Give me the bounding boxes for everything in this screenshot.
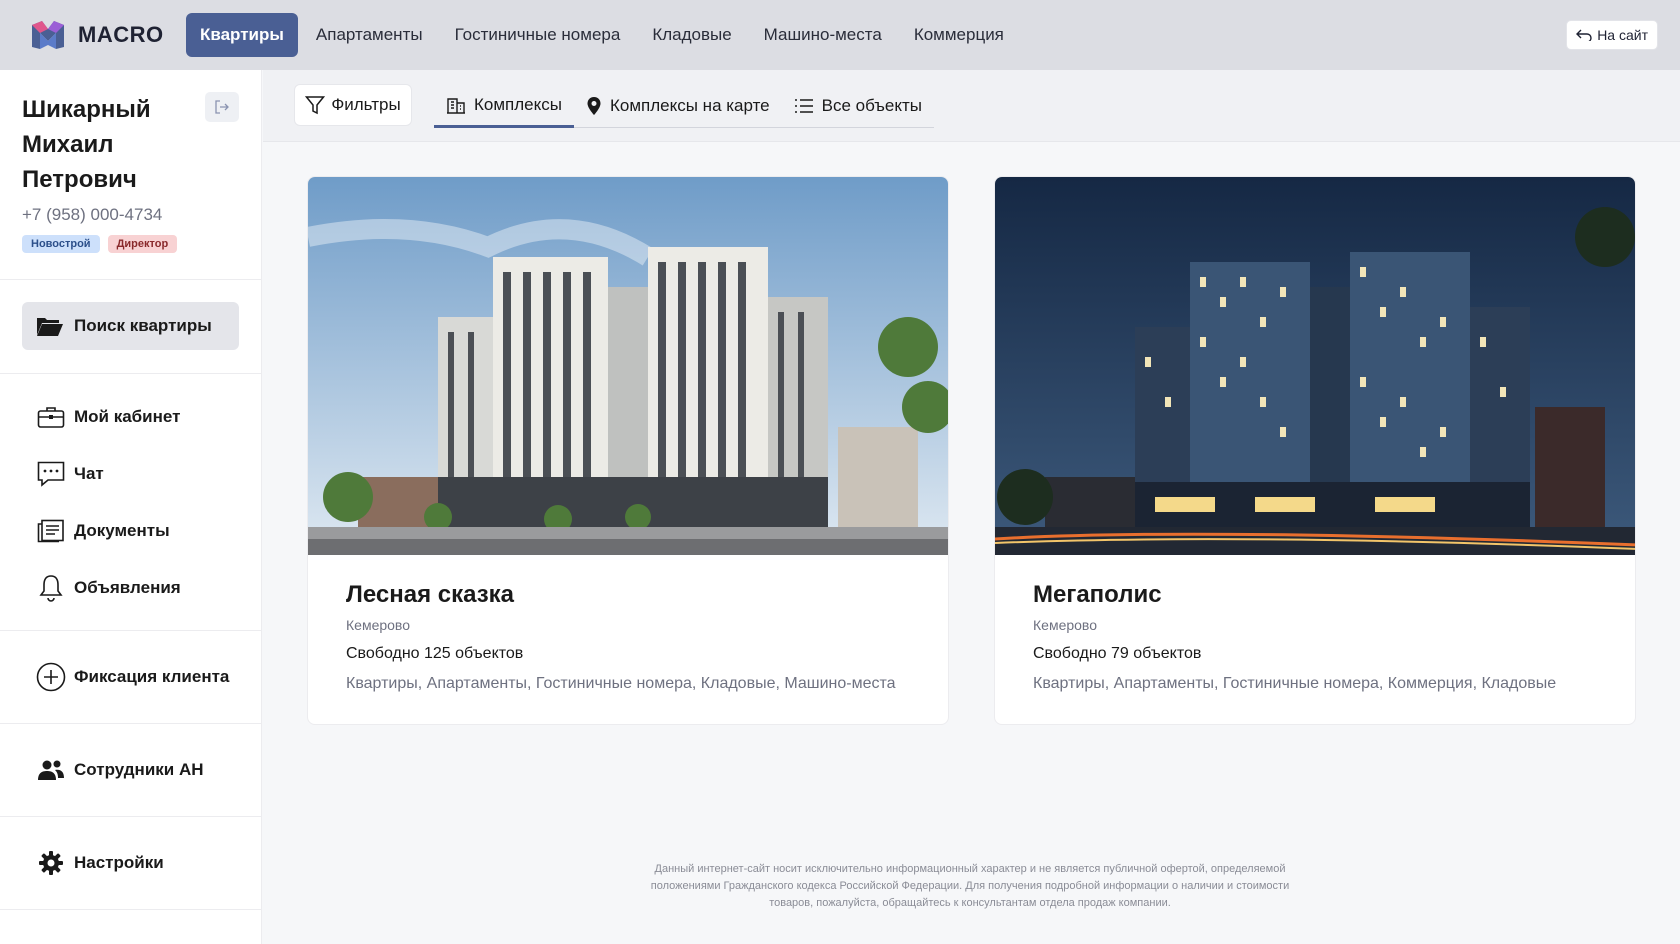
user-name-line: Михаил [22, 131, 114, 158]
complex-city: Кемерово [1033, 617, 1097, 633]
logout-button[interactable] [205, 92, 239, 122]
logo-text: MACRO [78, 22, 164, 47]
building-icon [447, 97, 465, 114]
nav-item-storage[interactable]: Кладовые [636, 13, 747, 57]
staff-section: Сотрудники АН [0, 724, 261, 817]
nav-item-hotel-rooms[interactable]: Гостиничные номера [439, 13, 637, 57]
search-section: Поиск квартиры [0, 280, 261, 374]
back-to-site-button[interactable]: На сайт [1566, 20, 1658, 50]
legal-disclaimer: Данный интернет-сайт носит исключительно… [620, 861, 1320, 912]
tab-label: Комплексы на карте [609, 96, 770, 115]
complex-photo [995, 177, 1635, 555]
users-icon [36, 755, 66, 785]
badge-role: Директор [107, 235, 178, 253]
gear-icon [36, 848, 66, 878]
nav-item-apartments[interactable]: Квартиры [186, 13, 298, 57]
nav-item-commercial[interactable]: Коммерция [898, 13, 1020, 57]
briefcase-icon [36, 402, 66, 432]
user-name: Шикарный Михаил Петрович [22, 92, 182, 197]
sidebar-item-label: Мой кабинет [74, 406, 181, 426]
filters-button[interactable]: Фильтры [294, 84, 412, 126]
sidebar: Шикарный Михаил Петрович +7 (958) 000-47… [0, 70, 262, 944]
complex-types: Квартиры, Апартаменты, Гостиничные номер… [1033, 675, 1557, 692]
sidebar-item-chat[interactable]: Чат [0, 445, 261, 502]
badge-agency: Новострой [22, 235, 100, 253]
disclaimer-line: Данный интернет-сайт носит исключительно… [654, 863, 1286, 875]
complex-title: Мегаполис [1033, 581, 1162, 608]
nav-item-parking[interactable]: Машино-места [748, 13, 898, 57]
documents-icon [36, 516, 66, 546]
plus-circle-icon [36, 662, 66, 692]
sidebar-item-label: Фиксация клиента [74, 667, 230, 686]
user-badges: Новострой Директор [22, 235, 239, 253]
sidebar-item-label: Документы [74, 520, 170, 540]
tab-all-objects[interactable]: Все объекты [782, 84, 934, 128]
filters-label: Фильтры [331, 95, 401, 114]
sidebar-item-label: Чат [74, 463, 104, 483]
filter-icon [305, 96, 326, 115]
complex-types: Квартиры, Апартаменты, Гостиничные номер… [346, 675, 896, 692]
tab-label: Комплексы [474, 94, 562, 114]
back-to-site-label: На сайт [1597, 27, 1648, 43]
complex-free-count: Свободно 79 объектов [1033, 645, 1202, 662]
search-apartment-label: Поиск квартиры [74, 316, 212, 335]
disclaimer-line: товаров, пожалуйста, обращайтесь к консу… [769, 897, 1171, 909]
macro-logo-icon [32, 21, 64, 49]
settings-section: Настройки [0, 817, 261, 910]
user-name-line: Шикарный [22, 96, 151, 123]
sidebar-item-client-fix[interactable]: Фиксация клиента [0, 662, 229, 692]
search-apartment-button[interactable]: Поиск квартиры [22, 302, 239, 350]
view-tabs: Комплексы Комплексы на карте Все объекты [434, 84, 935, 128]
tab-complexes-map[interactable]: Комплексы на карте [574, 84, 782, 128]
user-name-line: Петрович [22, 166, 137, 193]
tab-complexes[interactable]: Комплексы [434, 84, 574, 128]
return-arrow-icon [1576, 29, 1592, 41]
sidebar-item-label: Настройки [74, 853, 164, 872]
subtabs-bar: Фильтры Комплексы Комплексы на карте Все… [263, 70, 1680, 142]
sidebar-item-staff[interactable]: Сотрудники АН [0, 755, 204, 785]
sidebar-item-documents[interactable]: Документы [0, 502, 261, 559]
complex-card[interactable]: Мегаполис Кемерово Свободно 79 объектов … [994, 176, 1636, 725]
client-fix-section: Фиксация клиента [0, 631, 261, 724]
map-pin-icon [587, 97, 601, 115]
sidebar-menu: Мой кабинет Чат Документы Объявления [0, 374, 261, 631]
bell-icon [36, 573, 66, 603]
complex-info: Мегаполис Кемерово Свободно 79 объектов … [995, 555, 1635, 719]
sidebar-item-label: Сотрудники АН [74, 760, 204, 779]
complex-info: Лесная сказка Кемерово Свободно 125 объе… [308, 555, 948, 719]
logo[interactable]: MACRO [30, 19, 186, 51]
nav-item-apartment-suites[interactable]: Апартаменты [300, 13, 439, 57]
sidebar-item-label: Объявления [74, 577, 181, 597]
sidebar-item-announcements[interactable]: Объявления [0, 559, 261, 616]
tab-label: Все объекты [821, 96, 923, 115]
complex-free-count: Свободно 125 объектов [346, 645, 524, 662]
top-navigation-bar: MACRO Квартиры Апартаменты Гостиничные н… [0, 0, 1680, 70]
complex-title: Лесная сказка [346, 581, 515, 608]
list-icon [794, 99, 813, 113]
sidebar-item-cabinet[interactable]: Мой кабинет [0, 388, 261, 445]
complex-city: Кемерово [346, 617, 410, 633]
complex-photo [308, 177, 948, 555]
sidebar-item-settings[interactable]: Настройки [0, 848, 164, 878]
folder-open-icon [37, 318, 63, 336]
logout-icon [215, 100, 229, 114]
chat-icon [36, 459, 66, 489]
complex-card[interactable]: Лесная сказка Кемерово Свободно 125 объе… [307, 176, 949, 725]
main-nav: Квартиры Апартаменты Гостиничные номера … [186, 13, 1020, 57]
user-profile: Шикарный Михаил Петрович +7 (958) 000-47… [0, 70, 261, 280]
user-phone: +7 (958) 000-4734 [22, 205, 163, 224]
disclaimer-line: положениями Гражданского кодекса Российс… [650, 880, 1290, 892]
